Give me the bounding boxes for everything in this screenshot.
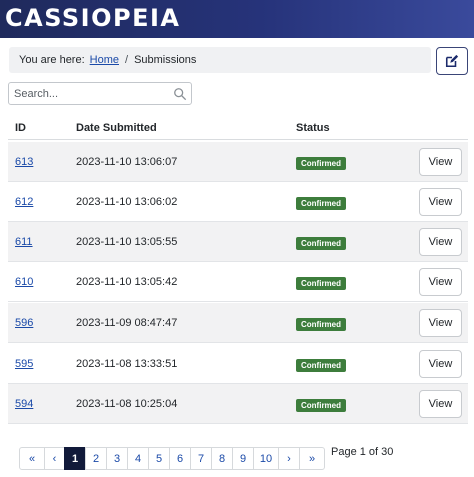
pagination-next-button[interactable]: › bbox=[278, 447, 300, 470]
pagination-page-5[interactable]: 5 bbox=[148, 447, 170, 470]
column-header-status[interactable]: Status bbox=[296, 122, 330, 134]
pagination-page-6[interactable]: 6 bbox=[169, 447, 191, 470]
breadcrumb-home-link[interactable]: Home bbox=[90, 54, 119, 66]
pagination-first-button[interactable]: « bbox=[19, 447, 45, 470]
date-submitted: 2023-11-10 13:05:42 bbox=[76, 276, 178, 288]
table-row: 613 2023-11-10 13:06:07 Confirmed View bbox=[8, 142, 468, 182]
submission-id-link[interactable]: 613 bbox=[15, 156, 33, 168]
site-logo[interactable]: CASSIOPEIA bbox=[5, 4, 181, 32]
pagination-last-button[interactable]: » bbox=[299, 447, 325, 470]
status-badge: Confirmed bbox=[296, 237, 346, 250]
pagination-prev-button[interactable]: ‹ bbox=[44, 447, 65, 470]
breadcrumb-current: Submissions bbox=[134, 54, 197, 66]
submission-id-link[interactable]: 595 bbox=[15, 358, 33, 370]
date-submitted: 2023-11-09 08:47:47 bbox=[76, 317, 178, 329]
status-badge: Confirmed bbox=[296, 197, 346, 210]
view-button[interactable]: View bbox=[419, 188, 462, 216]
status-badge: Confirmed bbox=[296, 157, 346, 170]
view-button[interactable]: View bbox=[419, 390, 462, 418]
status-badge: Confirmed bbox=[296, 318, 346, 331]
breadcrumb: You are here: Home / Submissions bbox=[9, 47, 431, 73]
status-badge: Confirmed bbox=[296, 399, 346, 412]
table-header: ID Date Submitted Status bbox=[8, 118, 468, 140]
search-input[interactable] bbox=[9, 83, 169, 104]
table-row: 595 2023-11-08 13:33:51 Confirmed View bbox=[8, 344, 468, 384]
table-row: 612 2023-11-10 13:06:02 Confirmed View bbox=[8, 182, 468, 222]
search-icon[interactable] bbox=[173, 87, 187, 101]
table-row: 594 2023-11-08 10:25:04 Confirmed View bbox=[8, 384, 468, 424]
table-row: 611 2023-11-10 13:05:55 Confirmed View bbox=[8, 222, 468, 262]
view-button[interactable]: View bbox=[419, 309, 462, 337]
date-submitted: 2023-11-08 13:33:51 bbox=[76, 358, 178, 370]
submission-id-link[interactable]: 596 bbox=[15, 317, 33, 329]
pagination-page-9[interactable]: 9 bbox=[232, 447, 254, 470]
table-row: 610 2023-11-10 13:05:42 Confirmed View bbox=[8, 262, 468, 302]
date-submitted: 2023-11-10 13:05:55 bbox=[76, 236, 178, 248]
pagination: « ‹ 1 2 3 4 5 6 7 8 9 10 › » bbox=[19, 447, 325, 470]
submission-id-link[interactable]: 594 bbox=[15, 398, 33, 410]
column-header-date[interactable]: Date Submitted bbox=[76, 122, 157, 134]
pagination-page-3[interactable]: 3 bbox=[106, 447, 128, 470]
pencil-square-icon bbox=[445, 54, 459, 68]
pagination-status: Page 1 of 30 bbox=[331, 446, 394, 458]
view-button[interactable]: View bbox=[419, 268, 462, 296]
submission-id-link[interactable]: 612 bbox=[15, 196, 33, 208]
submission-id-link[interactable]: 610 bbox=[15, 276, 33, 288]
view-button[interactable]: View bbox=[419, 350, 462, 378]
pagination-page-2[interactable]: 2 bbox=[85, 447, 107, 470]
column-header-id[interactable]: ID bbox=[15, 122, 26, 134]
pagination-page-4[interactable]: 4 bbox=[127, 447, 149, 470]
date-submitted: 2023-11-08 10:25:04 bbox=[76, 398, 178, 410]
edit-button[interactable] bbox=[436, 47, 468, 75]
status-badge: Confirmed bbox=[296, 277, 346, 290]
pagination-page-7[interactable]: 7 bbox=[190, 447, 212, 470]
breadcrumb-prefix: You are here: bbox=[19, 54, 85, 66]
table-row: 596 2023-11-09 08:47:47 Confirmed View bbox=[8, 303, 468, 343]
date-submitted: 2023-11-10 13:06:02 bbox=[76, 196, 178, 208]
pagination-page-10[interactable]: 10 bbox=[253, 447, 279, 470]
status-badge: Confirmed bbox=[296, 359, 346, 372]
view-button[interactable]: View bbox=[419, 148, 462, 176]
pagination-page-8[interactable]: 8 bbox=[211, 447, 233, 470]
submission-id-link[interactable]: 611 bbox=[15, 236, 33, 248]
breadcrumb-separator: / bbox=[125, 54, 129, 66]
date-submitted: 2023-11-10 13:06:07 bbox=[76, 156, 178, 168]
search-box bbox=[8, 82, 192, 105]
pagination-page-1[interactable]: 1 bbox=[64, 447, 86, 470]
site-header: CASSIOPEIA bbox=[0, 0, 474, 38]
view-button[interactable]: View bbox=[419, 228, 462, 256]
